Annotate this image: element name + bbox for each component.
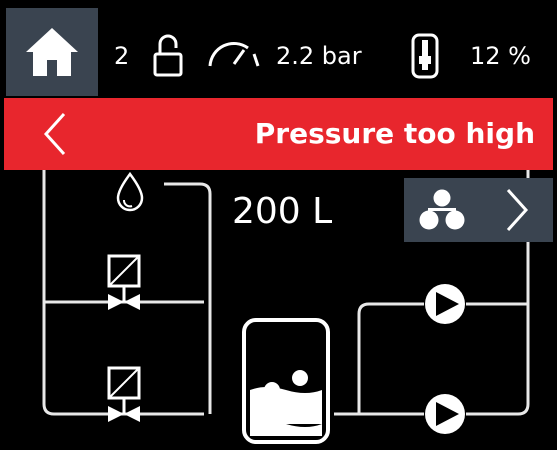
tank-level-value: 12 % bbox=[470, 42, 531, 70]
tank-volume: 200 L bbox=[232, 191, 333, 232]
status-bar: 2 2.2 bar 12 % bbox=[4, 4, 553, 96]
home-button[interactable] bbox=[6, 8, 98, 96]
next-page-button[interactable] bbox=[404, 178, 553, 242]
pressure-value: 2.2 bar bbox=[276, 42, 362, 70]
chevron-right-icon bbox=[506, 188, 529, 232]
tank-icon[interactable] bbox=[242, 318, 330, 444]
pump-group-icon bbox=[419, 189, 465, 230]
unlocked-padlock-icon bbox=[153, 34, 183, 77]
user-level: 2 bbox=[114, 42, 130, 70]
chevron-left-icon bbox=[43, 112, 66, 156]
water-drop-icon bbox=[116, 171, 144, 212]
alarm-message: Pressure too high bbox=[254, 117, 535, 150]
pump-icon[interactable] bbox=[425, 394, 465, 434]
solenoid-valve-icon[interactable] bbox=[107, 254, 141, 310]
screen: 2 2.2 bar 12 % Pressure too high 200 L bbox=[4, 4, 553, 448]
pressure-gauge-icon bbox=[208, 41, 260, 67]
home-icon bbox=[26, 28, 78, 76]
back-button[interactable] bbox=[34, 98, 94, 170]
pump-icon[interactable] bbox=[425, 284, 465, 324]
solenoid-valve-icon[interactable] bbox=[107, 366, 141, 422]
tank-level-icon bbox=[411, 33, 439, 79]
alarm-banner: Pressure too high bbox=[4, 98, 553, 170]
